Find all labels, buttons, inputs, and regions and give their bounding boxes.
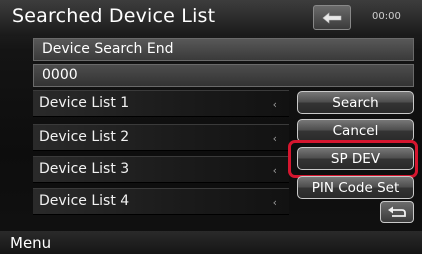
- device-label: Device List 3: [39, 161, 130, 177]
- device-label: Device List 1: [39, 95, 130, 111]
- search-button[interactable]: Search: [297, 91, 414, 114]
- chevron-left-icon: ‹: [272, 164, 277, 177]
- chevron-left-icon: ‹: [272, 196, 277, 209]
- device-list-item-3[interactable]: Device List 3 ‹: [33, 156, 289, 183]
- back-arrow-icon: [322, 11, 342, 24]
- search-status: Device Search End: [33, 38, 414, 61]
- pin-code-set-button[interactable]: PIN Code Set: [297, 176, 414, 199]
- back-button[interactable]: [313, 5, 351, 30]
- return-button[interactable]: [380, 201, 414, 223]
- menu-button[interactable]: Menu: [10, 234, 51, 252]
- device-label: Device List 2: [39, 129, 130, 145]
- page-title: Searched Device List: [12, 5, 216, 27]
- chevron-left-icon: ‹: [272, 98, 277, 111]
- screen: Searched Device List 00:00 Device Search…: [0, 0, 422, 254]
- cancel-button[interactable]: Cancel: [297, 119, 414, 142]
- device-label: Device List 4: [39, 193, 130, 209]
- chevron-left-icon: ‹: [272, 132, 277, 145]
- device-list-item-2[interactable]: Device List 2 ‹: [33, 124, 289, 151]
- title-bar: Searched Device List 00:00: [0, 0, 422, 36]
- device-list-item-1[interactable]: Device List 1 ‹: [33, 90, 289, 117]
- pin-code-field: 0000: [33, 64, 414, 87]
- menu-bar: Menu: [0, 231, 422, 254]
- device-list-item-4[interactable]: Device List 4 ‹: [33, 188, 289, 215]
- clock: 00:00: [372, 11, 401, 22]
- sp-dev-highlight: [288, 140, 418, 178]
- return-icon: [388, 206, 406, 217]
